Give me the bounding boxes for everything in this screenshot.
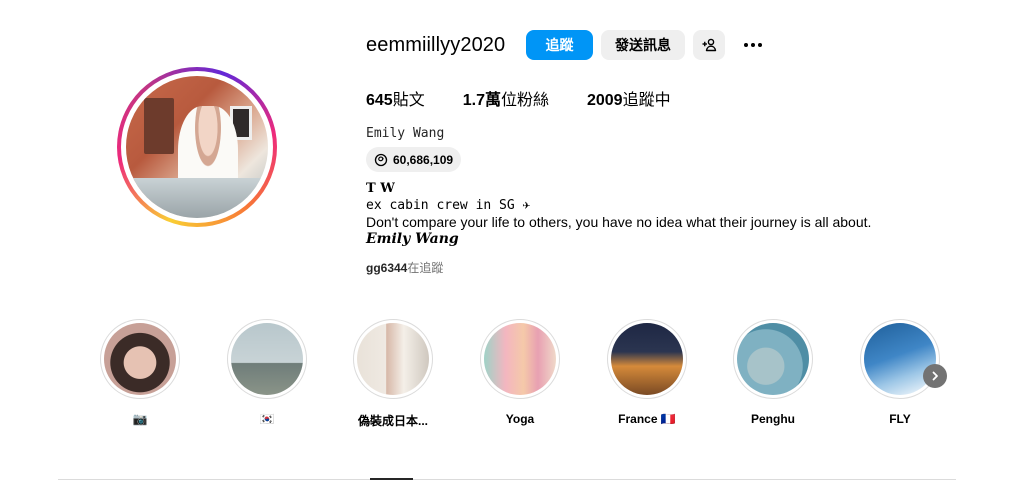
avatar-photo-table: [126, 178, 268, 218]
story-highlight[interactable]: Penghu: [733, 319, 813, 426]
highlight-label: 📷: [132, 412, 148, 426]
avatar-border: [121, 71, 273, 223]
threads-count: 60,686,109: [393, 152, 454, 167]
followed-by[interactable]: gg6344在追蹤: [366, 259, 443, 276]
more-options-button[interactable]: [739, 30, 767, 60]
highlight-label: 🇰🇷: [259, 412, 275, 426]
highlight-cover: [611, 323, 683, 395]
highlight-cover: [484, 323, 556, 395]
highlight-cover: [357, 323, 429, 395]
highlight-cover-ring: [607, 319, 687, 399]
following-count[interactable]: 2009追蹤中: [587, 86, 671, 110]
posts-count-unit: 貼文: [392, 92, 425, 109]
profile-avatar[interactable]: [117, 67, 277, 227]
profile-bio: T W ex cabin crew in SG ✈ Don't compare …: [366, 180, 871, 248]
highlights-next-button[interactable]: [923, 364, 947, 388]
send-message-button[interactable]: 發送訊息: [601, 30, 685, 60]
profile-full-name: Emily Wang: [366, 126, 445, 141]
highlight-cover-ring: [480, 319, 560, 399]
highlight-cover: [864, 323, 936, 395]
threads-icon: [374, 153, 388, 166]
suggested-users-button[interactable]: [693, 30, 725, 60]
followed-by-user: gg6344: [366, 261, 408, 275]
active-tab-indicator: [370, 478, 413, 480]
story-highlight[interactable]: Yoga: [480, 319, 560, 426]
highlight-cover-ring: [227, 319, 307, 399]
story-highlight[interactable]: France 🇫🇷: [607, 319, 687, 426]
story-highlight[interactable]: 📷: [100, 319, 180, 426]
bio-line-1: T W: [366, 181, 395, 196]
followed-by-suffix: 在追蹤: [407, 261, 444, 275]
bio-line-3: Don't compare your life to others, you h…: [366, 214, 872, 230]
highlight-label: FLY: [889, 412, 911, 426]
highlight-label: France 🇫🇷: [618, 412, 676, 426]
following-count-value: 2009: [586, 92, 623, 109]
highlight-cover: [104, 323, 176, 395]
avatar-photo: [126, 76, 268, 218]
highlight-label: Yoga: [505, 412, 535, 426]
following-count-unit: 追蹤中: [622, 92, 671, 109]
highlight-cover-ring: [100, 319, 180, 399]
highlight-cover: [737, 323, 809, 395]
highlight-cover-ring: [353, 319, 433, 399]
follow-button[interactable]: 追蹤: [526, 30, 593, 60]
tabs-divider: [58, 479, 956, 480]
story-highlight[interactable]: 🇰🇷: [227, 319, 307, 426]
highlight-label: 偽裝成日本...: [357, 414, 428, 428]
profile-username: eemmiillyy2020: [366, 34, 506, 56]
avatar-photo-door: [144, 98, 174, 154]
followers-count-unit: 位粉絲: [500, 92, 549, 109]
highlight-cover-ring: [860, 319, 940, 399]
next-arrow-icon: [932, 371, 938, 381]
more-options-icon: [744, 43, 762, 47]
followers-count-value: 1.7萬: [462, 92, 501, 109]
highlight-cover-ring: [733, 319, 813, 399]
threads-badge[interactable]: 60,686,109: [366, 147, 462, 172]
highlight-cover: [231, 323, 303, 395]
add-user-icon: [702, 38, 717, 52]
posts-count[interactable]: 645貼文: [366, 86, 425, 110]
highlight-label: Penghu: [751, 412, 795, 426]
posts-count-value: 645: [366, 92, 393, 109]
bio-line-2: ex cabin crew in SG ✈: [366, 198, 531, 213]
followers-count[interactable]: 1.7萬位粉絲: [463, 86, 549, 110]
story-highlight[interactable]: 偽裝成日本...: [353, 319, 433, 429]
profile-stats: 645貼文 1.7萬位粉絲 2009追蹤中: [366, 86, 709, 110]
bio-line-4: Emily Wang: [366, 231, 459, 247]
